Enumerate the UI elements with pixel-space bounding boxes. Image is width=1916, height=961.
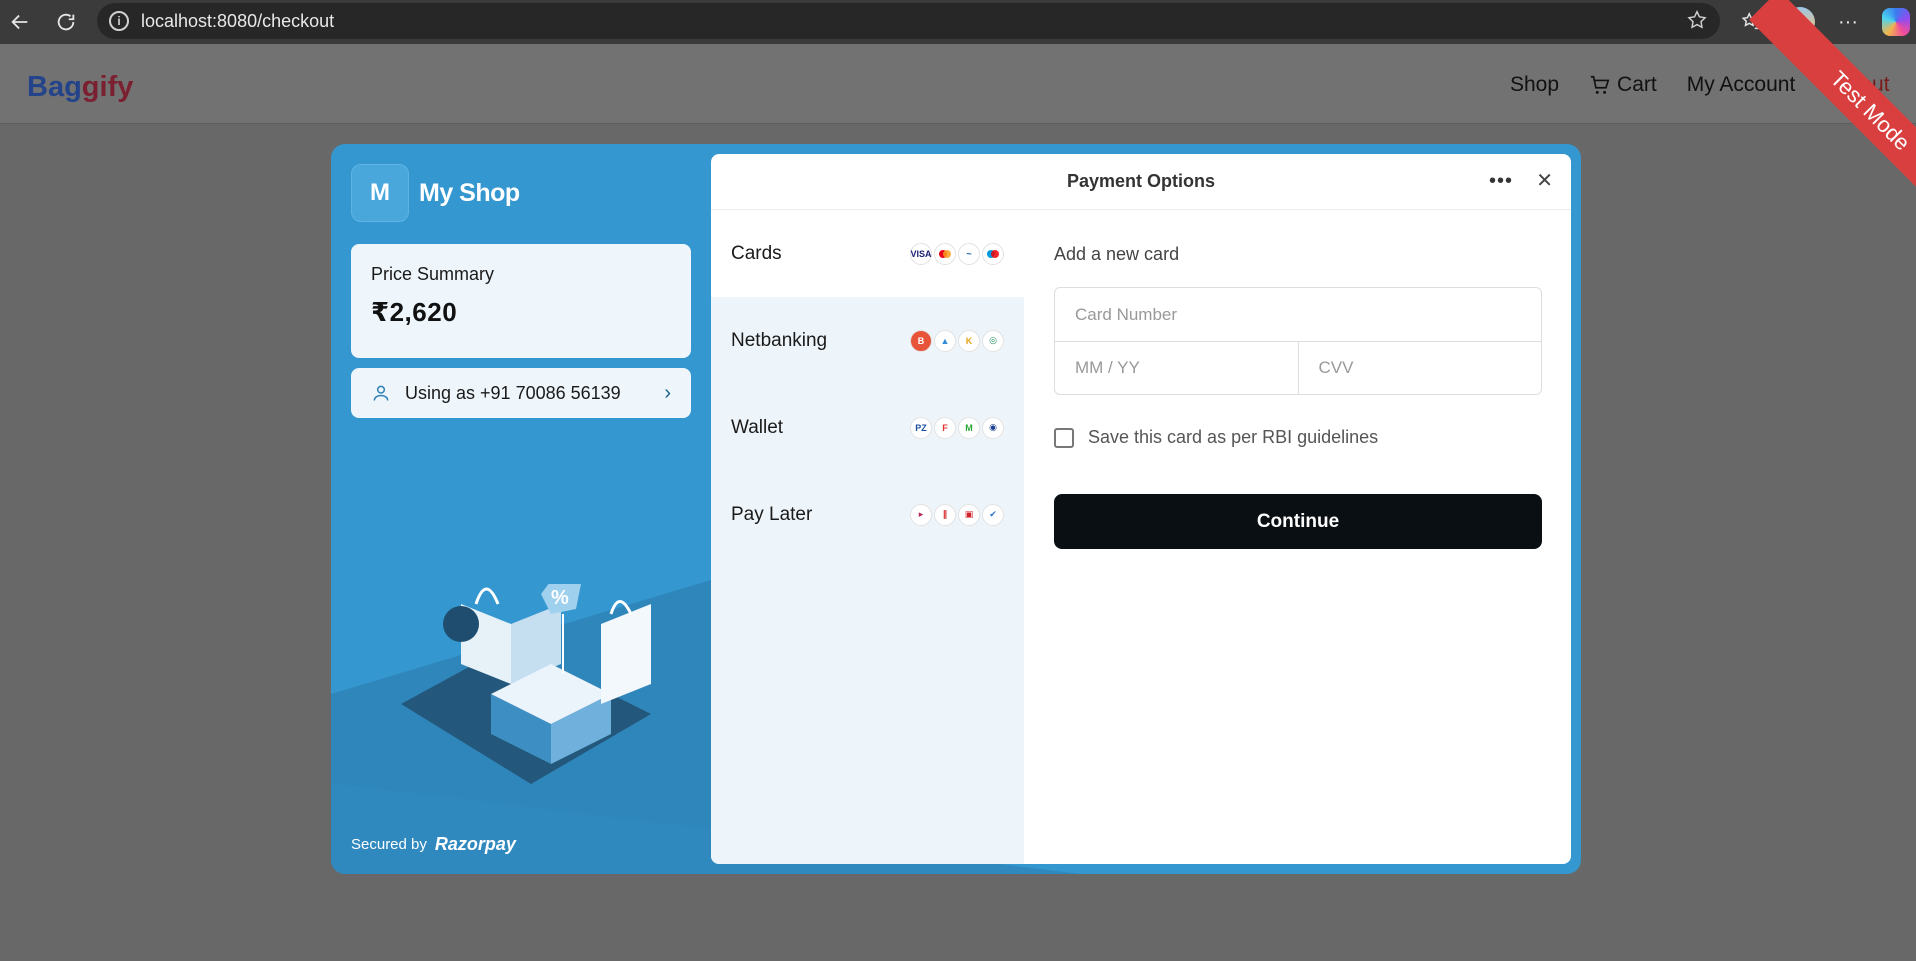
nav-cart-label: Cart bbox=[1617, 73, 1657, 96]
contact-details-button[interactable]: Using as +91 70086 56139 › bbox=[351, 368, 691, 418]
method-logos: PZ F M ◉ bbox=[910, 416, 1004, 439]
price-summary-card: Price Summary ₹2,620 bbox=[351, 244, 691, 358]
method-pay-later[interactable]: Pay Later ▸ ∥ ▣ ✔ bbox=[711, 471, 1024, 558]
checkout-modal: M My Shop Price Summary ₹2,620 Using as … bbox=[331, 144, 1581, 874]
maestro-logo bbox=[982, 242, 1004, 265]
svg-text:%: % bbox=[551, 587, 569, 609]
secured-by-text: Secured by bbox=[351, 836, 427, 853]
expiry-input[interactable]: MM / YY bbox=[1055, 342, 1298, 395]
method-netbanking[interactable]: Netbanking B ▲ K ◎ bbox=[711, 297, 1024, 384]
more-options-icon[interactable]: ••• bbox=[1489, 170, 1513, 193]
secured-by: Secured by Razorpay bbox=[351, 834, 516, 855]
cvv-input[interactable]: CVV bbox=[1297, 341, 1542, 395]
mastercard-logo bbox=[934, 242, 956, 265]
url-text: localhost:8080/checkout bbox=[141, 10, 335, 31]
method-wallet[interactable]: Wallet PZ F M ◉ bbox=[711, 384, 1024, 471]
merchant-badge: M bbox=[351, 164, 409, 222]
visa-logo: VISA bbox=[910, 242, 932, 265]
merchant-name: My Shop bbox=[419, 178, 520, 207]
cart-icon bbox=[1590, 75, 1610, 94]
nav-cart[interactable]: Cart bbox=[1589, 73, 1657, 97]
copilot-icon[interactable] bbox=[1879, 5, 1913, 39]
save-card-option[interactable]: Save this card as per RBI guidelines bbox=[1054, 427, 1544, 448]
razorpay-logo: Razorpay bbox=[434, 834, 516, 854]
wallet-logo: F bbox=[934, 416, 956, 439]
save-card-label: Save this card as per RBI guidelines bbox=[1088, 427, 1379, 447]
method-cards[interactable]: Cards VISA ~ bbox=[711, 210, 1024, 297]
paylater-logo: ✔ bbox=[982, 503, 1004, 526]
info-icon[interactable]: i bbox=[109, 11, 129, 31]
back-icon[interactable] bbox=[0, 0, 40, 44]
bank-logo: ◎ bbox=[982, 329, 1004, 352]
more-icon[interactable]: ··· bbox=[1831, 5, 1865, 39]
method-logos: ▸ ∥ ▣ ✔ bbox=[910, 503, 1004, 526]
save-card-checkbox[interactable] bbox=[1054, 427, 1074, 448]
logo-part-2: gify bbox=[81, 71, 134, 103]
card-input-group: Card Number MM / YY CVV bbox=[1054, 287, 1542, 395]
nav-account[interactable]: My Account bbox=[1687, 73, 1796, 97]
address-bar[interactable]: i localhost:8080/checkout bbox=[97, 3, 1720, 39]
chevron-right-icon: › bbox=[664, 381, 671, 404]
logo-part-1: Bag bbox=[27, 71, 82, 103]
close-icon[interactable]: ✕ bbox=[1536, 168, 1553, 193]
payment-methods-list: Cards VISA ~ Netbanking B ▲ K ◎ Wallet P… bbox=[711, 210, 1024, 864]
star-icon[interactable] bbox=[1686, 9, 1708, 36]
price-summary-label: Price Summary bbox=[371, 264, 495, 284]
site-logo[interactable]: Baggify bbox=[27, 71, 133, 104]
method-logos: B ▲ K ◎ bbox=[910, 329, 1004, 352]
price-amount: ₹2,620 bbox=[371, 297, 458, 327]
paylater-logo: ▣ bbox=[958, 503, 980, 526]
bank-logo: B bbox=[910, 329, 932, 352]
wallet-logo: ◉ bbox=[982, 416, 1004, 439]
panel-title: Payment Options bbox=[1066, 171, 1216, 191]
continue-button[interactable]: Continue bbox=[1054, 494, 1542, 549]
method-label: Cards bbox=[731, 242, 782, 264]
wallet-logo: M bbox=[958, 416, 980, 439]
wallet-logo: PZ bbox=[910, 416, 932, 439]
nav-shop[interactable]: Shop bbox=[1510, 73, 1559, 97]
method-label: Wallet bbox=[731, 416, 784, 438]
rupay-logo: ~ bbox=[958, 242, 980, 265]
method-label: Pay Later bbox=[731, 503, 813, 525]
merchant-info: M My Shop bbox=[351, 164, 520, 222]
bank-logo: K bbox=[958, 329, 980, 352]
method-logos: VISA ~ bbox=[910, 242, 1004, 265]
person-icon bbox=[373, 385, 389, 401]
panel-header: Payment Options ••• ✕ bbox=[711, 154, 1571, 210]
bank-logo: ▲ bbox=[934, 329, 956, 352]
payment-options-panel: Payment Options ••• ✕ Cards VISA ~ Netba… bbox=[711, 154, 1571, 864]
browser-toolbar: i localhost:8080/checkout ··· bbox=[0, 0, 1916, 44]
paylater-logo: ∥ bbox=[934, 503, 956, 526]
paylater-logo: ▸ bbox=[910, 503, 932, 526]
expiry-cvv-row: MM / YY CVV bbox=[1055, 341, 1542, 395]
card-number-input[interactable]: Card Number bbox=[1055, 288, 1541, 341]
shopping-bags-illustration: % bbox=[401, 584, 651, 784]
add-card-heading: Add a new card bbox=[1054, 244, 1180, 264]
method-label: Netbanking bbox=[731, 329, 828, 351]
using-as-text: Using as +91 70086 56139 bbox=[405, 382, 621, 403]
add-card-form: Add a new card Card Number MM / YY CVV S… bbox=[1054, 210, 1544, 549]
reload-icon[interactable] bbox=[46, 0, 86, 44]
